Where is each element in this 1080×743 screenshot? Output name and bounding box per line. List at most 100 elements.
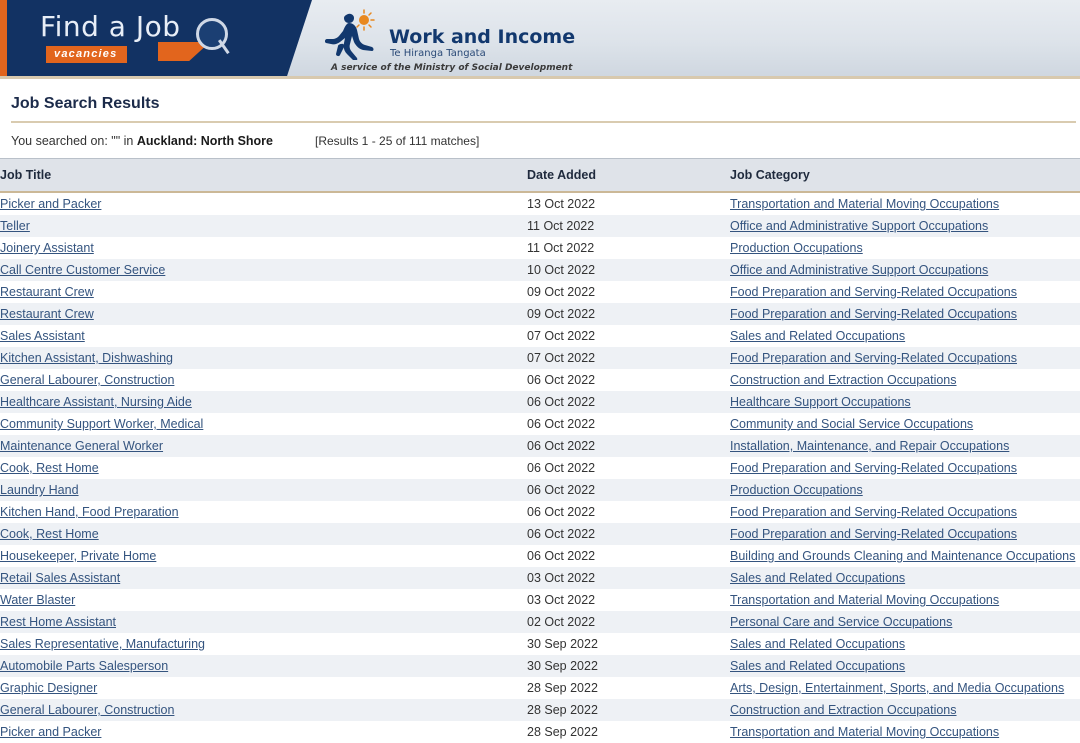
column-header-date-added[interactable]: Date Added xyxy=(527,158,730,193)
table-row: Rest Home Assistant 02 Oct 2022 Personal C… xyxy=(0,611,1080,633)
job-category-link[interactable]: Office and Administrative Support Occupa… xyxy=(730,263,988,277)
page-title: Job Search Results xyxy=(11,95,160,112)
job-category-link[interactable]: Healthcare Support Occupations xyxy=(730,395,911,409)
vacancies-label: vacancies xyxy=(46,46,128,63)
job-title-link[interactable]: Water Blaster xyxy=(0,593,75,607)
cell-job-title: Healthcare Assistant, Nursing Aide xyxy=(0,391,527,413)
job-title-link[interactable]: Automobile Parts Salesperson xyxy=(0,659,168,673)
job-title-link[interactable]: Maintenance General Worker xyxy=(0,439,163,453)
table-row: Graphic Designer 28 Sep 2022 Arts, Design,… xyxy=(0,677,1080,699)
cell-date-added: 11 Oct 2022 xyxy=(527,215,730,237)
cell-job-category: Food Preparation and Serving-Related Occ… xyxy=(730,457,1080,479)
cell-job-category: Sales and Related Occupations xyxy=(730,633,1080,655)
job-title-link[interactable]: Retail Sales Assistant xyxy=(0,571,120,585)
cell-job-title: General Labourer, Construction xyxy=(0,699,527,721)
job-category-link[interactable]: Food Preparation and Serving-Related Occ… xyxy=(730,461,1017,475)
job-category-link[interactable]: Production Occupations xyxy=(730,483,863,497)
job-category-link[interactable]: Community and Social Service Occupations xyxy=(730,417,973,431)
cell-job-category: Personal Care and Service Occupations xyxy=(730,611,1080,633)
cell-date-added: 06 Oct 2022 xyxy=(527,413,730,435)
job-category-link[interactable]: Food Preparation and Serving-Related Occ… xyxy=(730,351,1017,365)
work-and-income-logo[interactable]: Work and Income Te Hiranga Tangata A ser… xyxy=(325,6,575,73)
job-title-link[interactable]: Graphic Designer xyxy=(0,681,97,695)
cell-job-category: Construction and Extraction Occupations xyxy=(730,369,1080,391)
job-category-link[interactable]: Sales and Related Occupations xyxy=(730,637,905,651)
cell-job-category: Production Occupations xyxy=(730,237,1080,259)
column-header-job-title[interactable]: Job Title xyxy=(0,158,527,193)
work-and-income-title: Work and Income xyxy=(389,26,576,48)
job-category-link[interactable]: Food Preparation and Serving-Related Occ… xyxy=(730,307,1017,321)
cell-job-category: Food Preparation and Serving-Related Occ… xyxy=(730,281,1080,303)
column-header-job-category[interactable]: Job Category xyxy=(730,158,1080,193)
job-title-link[interactable]: Call Centre Customer Service xyxy=(0,263,165,277)
table-row: Automobile Parts Salesperson 30 Sep 2022 S… xyxy=(0,655,1080,677)
cell-job-category: Food Preparation and Serving-Related Occ… xyxy=(730,347,1080,369)
cell-date-added: 13 Oct 2022 xyxy=(527,192,730,215)
cell-job-title: Retail Sales Assistant xyxy=(0,567,527,589)
job-category-link[interactable]: Production Occupations xyxy=(730,241,863,255)
job-category-link[interactable]: Sales and Related Occupations xyxy=(730,571,905,585)
job-category-link[interactable]: Transportation and Material Moving Occup… xyxy=(730,593,999,607)
cell-date-added: 02 Oct 2022 xyxy=(527,611,730,633)
cell-job-title: Picker and Packer xyxy=(0,721,527,743)
find-a-job-logo[interactable]: Find a Job vacancies xyxy=(40,8,270,68)
job-category-link[interactable]: Personal Care and Service Occupations xyxy=(730,615,952,629)
cell-job-title: Automobile Parts Salesperson xyxy=(0,655,527,677)
search-summary-prefix: You searched on: "" in xyxy=(11,134,137,148)
table-row: Maintenance General Worker 06 Oct 2022 Ins… xyxy=(0,435,1080,457)
job-title-link[interactable]: Sales Representative, Manufacturing xyxy=(0,637,205,651)
job-category-link[interactable]: Office and Administrative Support Occupa… xyxy=(730,219,988,233)
job-results-body: Picker and Packer 13 Oct 2022 Transportati… xyxy=(0,192,1080,743)
search-summary: You searched on: "" in Auckland: North S… xyxy=(0,123,1080,158)
job-category-link[interactable]: Construction and Extraction Occupations xyxy=(730,373,957,387)
cell-job-title: Cook, Rest Home xyxy=(0,523,527,545)
table-row: Restaurant Crew 09 Oct 2022 Food Preparati… xyxy=(0,303,1080,325)
ministry-attribution: A service of the Ministry of Social Deve… xyxy=(331,63,573,73)
job-title-link[interactable]: Cook, Rest Home xyxy=(0,527,99,541)
cell-job-title: Housekeeper, Private Home xyxy=(0,545,527,567)
job-title-link[interactable]: Restaurant Crew xyxy=(0,307,94,321)
cell-job-category: Office and Administrative Support Occupa… xyxy=(730,259,1080,281)
job-category-link[interactable]: Food Preparation and Serving-Related Occ… xyxy=(730,505,1017,519)
job-category-link[interactable]: Food Preparation and Serving-Related Occ… xyxy=(730,285,1017,299)
job-title-link[interactable]: General Labourer, Construction xyxy=(0,703,174,717)
job-category-link[interactable]: Building and Grounds Cleaning and Mainte… xyxy=(730,549,1075,563)
cell-job-title: Joinery Assistant xyxy=(0,237,527,259)
job-category-link[interactable]: Installation, Maintenance, and Repair Oc… xyxy=(730,439,1009,453)
job-title-link[interactable]: Teller xyxy=(0,219,30,233)
job-title-link[interactable]: Joinery Assistant xyxy=(0,241,94,255)
results-count: [Results 1 - 25 of 111 matches] xyxy=(315,134,480,148)
job-title-link[interactable]: Rest Home Assistant xyxy=(0,615,116,629)
table-row: Restaurant Crew 09 Oct 2022 Food Preparati… xyxy=(0,281,1080,303)
job-category-link[interactable]: Transportation and Material Moving Occup… xyxy=(730,725,999,739)
job-title-link[interactable]: Kitchen Assistant, Dishwashing xyxy=(0,351,173,365)
job-title-link[interactable]: Sales Assistant xyxy=(0,329,85,343)
job-category-link[interactable]: Arts, Design, Entertainment, Sports, and… xyxy=(730,681,1064,695)
cell-job-category: Building and Grounds Cleaning and Mainte… xyxy=(730,545,1080,567)
cell-job-title: Water Blaster xyxy=(0,589,527,611)
job-title-link[interactable]: Picker and Packer xyxy=(0,725,101,739)
cell-date-added: 06 Oct 2022 xyxy=(527,501,730,523)
cell-date-added: 03 Oct 2022 xyxy=(527,589,730,611)
job-category-link[interactable]: Food Preparation and Serving-Related Occ… xyxy=(730,527,1017,541)
job-title-link[interactable]: Community Support Worker, Medical xyxy=(0,417,203,431)
job-category-link[interactable]: Sales and Related Occupations xyxy=(730,659,905,673)
job-title-link[interactable]: Picker and Packer xyxy=(0,197,101,211)
job-title-link[interactable]: Housekeeper, Private Home xyxy=(0,549,156,563)
table-row: Teller 11 Oct 2022 Office and Administrati… xyxy=(0,215,1080,237)
job-title-link[interactable]: Laundry Hand xyxy=(0,483,79,497)
job-category-link[interactable]: Sales and Related Occupations xyxy=(730,329,905,343)
work-and-income-maori-name: Te Hiranga Tangata xyxy=(390,48,486,59)
job-title-link[interactable]: Cook, Rest Home xyxy=(0,461,99,475)
job-title-link[interactable]: Restaurant Crew xyxy=(0,285,94,299)
table-row: Retail Sales Assistant 03 Oct 2022 Sales a… xyxy=(0,567,1080,589)
cell-job-title: Restaurant Crew xyxy=(0,281,527,303)
job-category-link[interactable]: Construction and Extraction Occupations xyxy=(730,703,957,717)
job-category-link[interactable]: Transportation and Material Moving Occup… xyxy=(730,197,999,211)
site-banner: Find a Job vacancies Work and Income Te … xyxy=(0,0,1080,79)
job-title-link[interactable]: Kitchen Hand, Food Preparation xyxy=(0,505,179,519)
cell-job-category: Sales and Related Occupations xyxy=(730,325,1080,347)
job-title-link[interactable]: General Labourer, Construction xyxy=(0,373,174,387)
job-title-link[interactable]: Healthcare Assistant, Nursing Aide xyxy=(0,395,192,409)
cell-date-added: 06 Oct 2022 xyxy=(527,369,730,391)
